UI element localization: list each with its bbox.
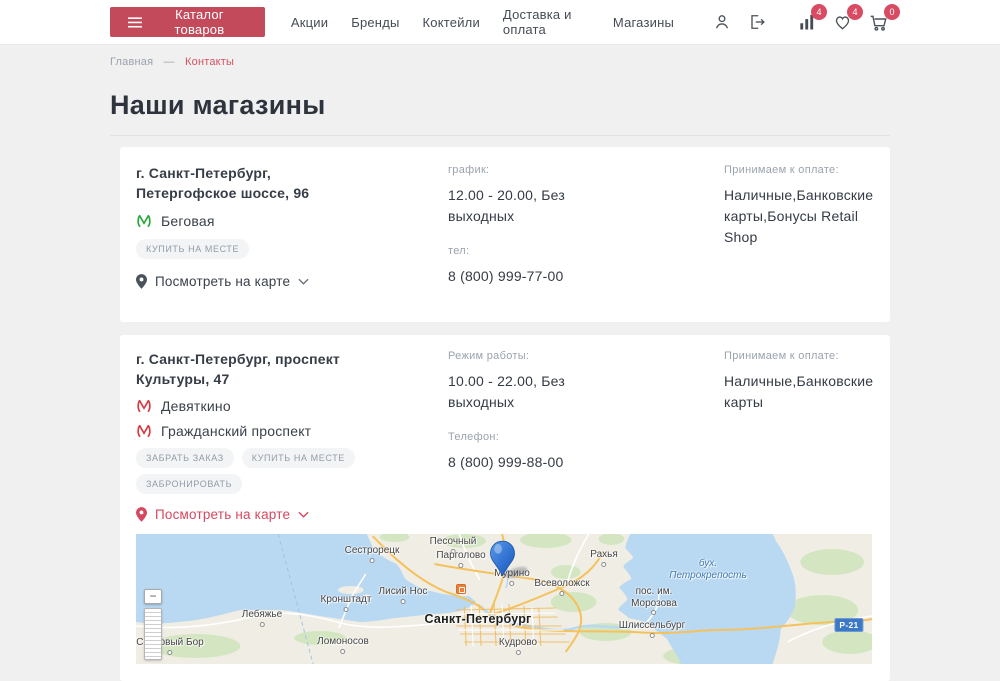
compare-button[interactable]: 4 xyxy=(797,12,817,32)
map-label-lomonosov: Ломоносов xyxy=(317,636,369,654)
main-nav: Акции Бренды Коктейли Доставка и оплата … xyxy=(291,7,697,37)
metro-station-name: Девяткино xyxy=(161,398,231,414)
store-1-schedule-column: график: 12.00 - 20.00, Без выходных тел:… xyxy=(448,164,724,305)
map-zoom-control: − xyxy=(144,587,162,660)
breadcrumb-separator: — xyxy=(164,56,175,68)
map-label-pos-morozova: пос. им. Морозова xyxy=(631,586,677,615)
favorites-count-badge: 4 xyxy=(847,4,863,20)
map-label-shlisselburg: Шлиссельбург xyxy=(619,620,685,638)
cart-button[interactable]: 0 xyxy=(868,12,890,33)
show-on-map-label: Посмотреть на карте xyxy=(155,274,290,289)
map-label-rakhya: Рахья xyxy=(590,549,618,567)
store-tag: КУПИТЬ НА МЕСТЕ xyxy=(136,239,249,259)
map-label-pargolovo: Парголово xyxy=(436,550,485,568)
store-1-metro-begovaya: Беговая xyxy=(136,213,448,229)
payment-label: Принимаем к оплате: xyxy=(724,164,873,176)
store-2-tags: ЗАБРАТЬ ЗАКАЗ КУПИТЬ НА МЕСТЕ ЗАБРОНИРОВ… xyxy=(136,448,386,494)
chevron-down-icon xyxy=(298,511,309,518)
payment-label: Принимаем к оплате: xyxy=(724,350,873,362)
store-2-metro-devyatkino: Девяткино xyxy=(136,398,448,414)
metro-station-name: Гражданский проспект xyxy=(161,423,311,439)
nav-item-brands[interactable]: Бренды xyxy=(351,15,399,30)
schedule-value: 10.00 - 22.00, Без выходных xyxy=(448,371,598,413)
phone-label: тел: xyxy=(448,245,724,257)
hamburger-icon xyxy=(128,17,142,28)
store-tag: КУПИТЬ НА МЕСТЕ xyxy=(242,448,355,468)
map-label-sestroretsk: Сестрорецк xyxy=(345,545,400,563)
store-map[interactable]: Песочный Сестрорецк Парголово Мурино Рах… xyxy=(136,534,872,664)
title-divider xyxy=(110,135,890,136)
phone-label: Телефон: xyxy=(448,431,724,443)
store-card-1: г. Санкт-Петербург, Петергофское шоссе, … xyxy=(120,147,890,322)
metro-icon xyxy=(136,423,152,439)
store-2-payment-column: Принимаем к оплате: Наличные,Банковские … xyxy=(724,350,873,522)
nav-item-stores[interactable]: Магазины xyxy=(613,15,674,30)
store-1-main-column: г. Санкт-Петербург, Петергофское шоссе, … xyxy=(136,164,448,305)
nav-item-delivery[interactable]: Доставка и оплата xyxy=(503,7,590,37)
store-2-show-on-map-button[interactable]: Посмотреть на карте xyxy=(136,507,309,522)
nav-item-promos[interactable]: Акции xyxy=(291,15,328,30)
page-title: Наши магазины xyxy=(110,90,890,121)
account-button[interactable] xyxy=(712,12,732,32)
toll-road-badge xyxy=(456,584,466,594)
map-pin-icon xyxy=(136,274,147,289)
person-icon xyxy=(712,12,732,32)
favorites-button[interactable]: 4 xyxy=(832,12,853,32)
compare-count-badge: 4 xyxy=(811,4,827,20)
map-label-kronstadt: Кронштадт xyxy=(321,594,372,612)
store-2-schedule-column: Режим работы: 10.00 - 22.00, Без выходны… xyxy=(448,350,724,522)
chevron-down-icon xyxy=(298,278,309,285)
metro-icon xyxy=(136,398,152,414)
schedule-value: 12.00 - 20.00, Без выходных xyxy=(448,185,598,227)
map-pin-icon xyxy=(136,507,147,522)
map-label-vsevolozhsk: Всеволожск xyxy=(534,578,589,596)
store-2-map-wrap: Песочный Сестрорецк Парголово Мурино Рах… xyxy=(136,534,873,664)
logout-icon xyxy=(747,12,767,32)
breadcrumb-current: Контакты xyxy=(185,56,234,68)
store-2-metro-grazhdansky: Гражданский проспект xyxy=(136,423,448,439)
logout-button[interactable] xyxy=(747,12,767,32)
breadcrumb-home-link[interactable]: Главная xyxy=(110,56,153,68)
store-tag: ЗАБРОНИРОВАТЬ xyxy=(136,474,242,494)
store-1-tags: КУПИТЬ НА МЕСТЕ xyxy=(136,239,386,259)
store-1-payment-column: Принимаем к оплате: Наличные,Банковские … xyxy=(724,164,873,305)
map-label-kudrovo: Кудрово xyxy=(499,637,537,655)
store-1-address: г. Санкт-Петербург, Петергофское шоссе, … xyxy=(136,164,351,203)
schedule-label: график: xyxy=(448,164,724,176)
account-icons: 4 4 0 xyxy=(697,12,890,33)
map-label-petrokrepost-bay: бух. Петрокрепость xyxy=(669,558,747,581)
payment-value: Наличные,Банковские карты xyxy=(724,371,873,413)
store-2-address: г. Санкт-Петербург, проспект Культуры, 4… xyxy=(136,350,351,389)
store-2-main-column: г. Санкт-Петербург, проспект Культуры, 4… xyxy=(136,350,448,522)
phone-value: 8 (800) 999-88-00 xyxy=(448,452,598,473)
store-tag: ЗАБРАТЬ ЗАКАЗ xyxy=(136,448,234,468)
map-label-saint-petersburg: Санкт-Петербург xyxy=(425,612,532,626)
nav-item-cocktails[interactable]: Коктейли xyxy=(423,15,480,30)
cart-count-badge: 0 xyxy=(884,4,900,20)
page-content: Главная — Контакты Наши магазины г. Санк… xyxy=(0,56,1000,681)
map-zoom-out-button[interactable]: − xyxy=(144,589,162,604)
breadcrumb: Главная — Контакты xyxy=(110,56,890,68)
store-1-show-on-map-button[interactable]: Посмотреть на карте xyxy=(136,274,309,289)
road-badge-r21: Р-21 xyxy=(834,618,863,632)
site-header: Каталог товаров Акции Бренды Коктейли До… xyxy=(0,0,1000,45)
store-card-2: г. Санкт-Петербург, проспект Культуры, 4… xyxy=(120,335,890,681)
catalog-button[interactable]: Каталог товаров xyxy=(110,7,265,37)
show-on-map-label: Посмотреть на карте xyxy=(155,507,290,522)
map-zoom-slider[interactable] xyxy=(144,608,162,660)
catalog-button-label: Каталог товаров xyxy=(152,7,247,37)
map-label-lisy-nos: Лисий Нос xyxy=(379,586,428,604)
phone-value: 8 (800) 999-77-00 xyxy=(448,266,598,287)
metro-station-name: Беговая xyxy=(161,213,215,229)
metro-icon xyxy=(136,213,152,229)
store-map-placemark[interactable] xyxy=(489,540,516,582)
schedule-label: Режим работы: xyxy=(448,350,724,362)
map-label-lebyazhye: Лебяжье xyxy=(242,609,282,627)
map-kronstadt-island xyxy=(338,586,364,594)
payment-value: Наличные,Банковские карты,Бонусы Retail … xyxy=(724,185,873,248)
